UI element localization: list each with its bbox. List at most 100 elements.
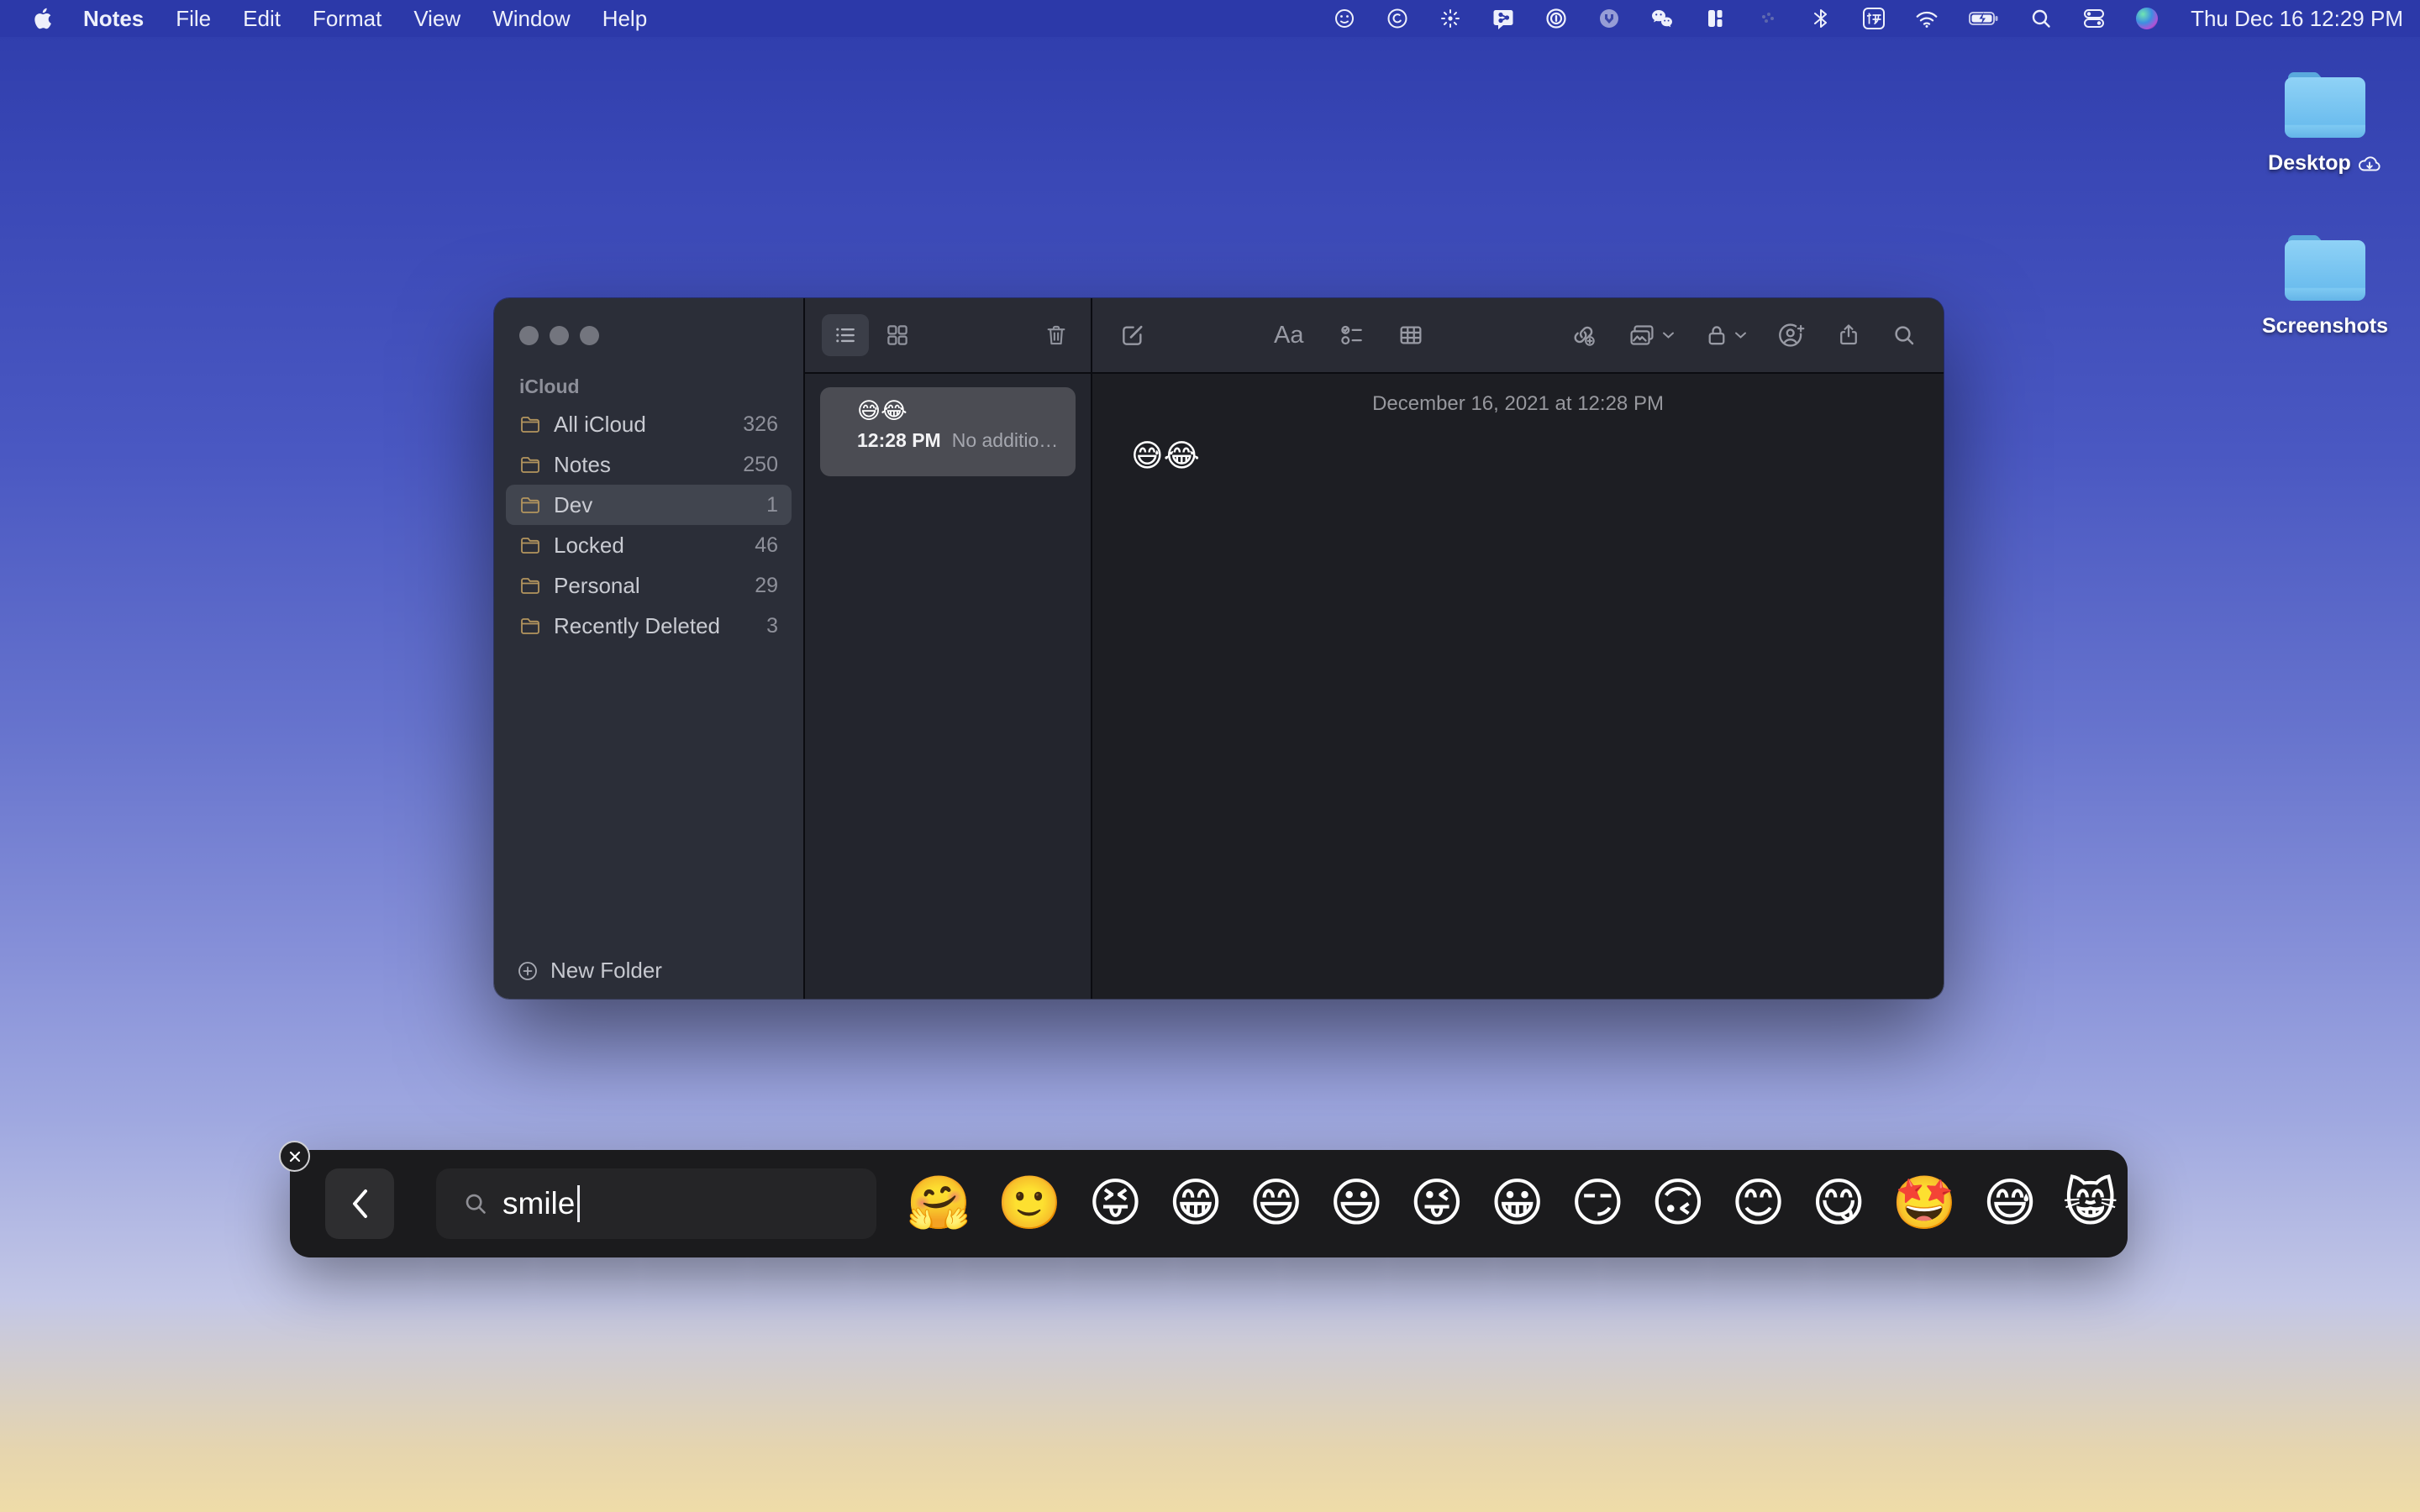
note-list-item[interactable]: 😅😂 12:28 PM No additio… (820, 387, 1076, 476)
desktop-icon-label: Desktop (2268, 151, 2351, 176)
siri-icon[interactable] (2134, 6, 2160, 31)
minimize-window-button[interactable] (550, 326, 569, 345)
notes-window: iCloud All iCloud 326 Notes 250 Dev 1 Lo… (494, 298, 1944, 999)
wifi-icon[interactable] (1914, 6, 1939, 31)
gallery-view-button[interactable] (874, 314, 921, 356)
note-item-title: 😅😂 (857, 398, 1064, 423)
traffic-lights (519, 326, 599, 345)
add-link-button[interactable] (1570, 322, 1597, 349)
pinyin-input-icon[interactable] (1861, 6, 1886, 31)
emoji-result[interactable]: 😜 (1410, 1178, 1465, 1230)
emoji-result[interactable]: 😝 (1088, 1178, 1143, 1230)
menu-item-app[interactable]: Notes (67, 0, 160, 37)
emoji-result[interactable]: 😊 (1731, 1178, 1786, 1230)
wechat-icon[interactable] (1649, 6, 1675, 31)
back-button[interactable] (325, 1168, 394, 1239)
folder-icon (2284, 69, 2366, 143)
emoji-result[interactable]: 😃 (1329, 1178, 1384, 1230)
battery-charging-icon[interactable] (1967, 6, 2001, 31)
faded-app-icon[interactable] (1755, 6, 1781, 31)
emoji-result[interactable]: 😀 (1490, 1178, 1544, 1230)
menu-bar: Notes File Edit Format View Window Help (0, 0, 2420, 37)
sidebar-folder-all-icloud[interactable]: All iCloud 326 (506, 404, 792, 444)
menu-item-format[interactable]: Format (297, 0, 397, 37)
add-people-button[interactable] (1777, 322, 1806, 349)
share-button[interactable] (1836, 322, 1861, 349)
emoji-result[interactable]: 😅 (1983, 1178, 2038, 1230)
text-caret (577, 1185, 580, 1222)
emoji-result[interactable]: 😏 (1570, 1178, 1625, 1230)
emoji-result[interactable]: 🙃 (1651, 1178, 1706, 1230)
checklist-button[interactable] (1339, 322, 1365, 349)
folder-icon (519, 534, 541, 556)
menu-item-edit[interactable]: Edit (227, 0, 297, 37)
desktop-folder-screenshots[interactable]: Screenshots (2262, 232, 2388, 339)
folder-icon (2284, 232, 2366, 306)
notes-sidebar: iCloud All iCloud 326 Notes 250 Dev 1 Lo… (494, 298, 803, 999)
sidebar-folder-dev[interactable]: Dev 1 (506, 485, 792, 525)
close-window-button[interactable] (519, 326, 539, 345)
folder-icon (519, 494, 541, 516)
note-date-line: December 16, 2021 at 12:28 PM (1092, 392, 1944, 416)
search-note-button[interactable] (1891, 322, 1917, 349)
note-item-time: 12:28 PM (857, 429, 941, 452)
sidebar-folder-recently-deleted[interactable]: Recently Deleted 3 (506, 606, 792, 646)
emoji-result[interactable]: 😸 (2063, 1178, 2118, 1230)
folder-count: 29 (755, 574, 778, 598)
zoom-window-button[interactable] (580, 326, 599, 345)
emoji-search-field[interactable]: smile (436, 1168, 876, 1239)
sidebar-folder-locked[interactable]: Locked 46 (506, 525, 792, 565)
list-view-button[interactable] (822, 314, 869, 356)
icloud-download-icon (2357, 155, 2382, 173)
creative-cloud-icon[interactable] (1385, 6, 1410, 31)
emoji-result[interactable]: 🤗 (907, 1178, 971, 1230)
spotlight-icon[interactable] (2028, 6, 2054, 31)
folder-count: 1 (766, 493, 778, 517)
note-body[interactable]: 😅😂 (1131, 438, 1944, 475)
desktop-folder-desktop[interactable]: Desktop (2262, 69, 2388, 176)
bluetooth-icon[interactable] (1808, 6, 1833, 31)
chevron-down-icon (1662, 331, 1675, 339)
close-icon[interactable] (279, 1141, 310, 1172)
folder-count: 46 (755, 533, 778, 558)
share-bubble-icon[interactable] (1491, 6, 1516, 31)
emoji-picker-bar: smile 🤗 🙂 😝 😁 😄 😃 😜 😀 😏 🙃 😊 😋 🤩 😅 😸 (290, 1150, 2128, 1257)
folder-icon (519, 413, 541, 435)
sidebar-folder-personal[interactable]: Personal 29 (506, 565, 792, 606)
folder-icon (519, 615, 541, 637)
emoji-result[interactable]: 😄 (1249, 1178, 1303, 1230)
search-input[interactable]: smile (502, 1186, 575, 1221)
onepassword-icon[interactable] (1544, 6, 1569, 31)
brightness-icon[interactable] (1438, 6, 1463, 31)
folder-count: 326 (743, 412, 778, 437)
control-center-icon[interactable] (2081, 6, 2107, 31)
delete-note-button[interactable] (1044, 323, 1069, 348)
window-tiles-icon[interactable] (1702, 6, 1728, 31)
menu-item-window[interactable]: Window (476, 0, 586, 37)
format-button[interactable]: Aa (1274, 322, 1303, 349)
folder-icon (519, 575, 541, 596)
table-button[interactable] (1397, 322, 1424, 349)
emoji-result[interactable]: 😋 (1812, 1178, 1866, 1230)
emoji-app-icon[interactable] (1332, 6, 1357, 31)
plus-circle-icon (516, 959, 539, 983)
note-list-pane: 😅😂 12:28 PM No additio… (803, 298, 1092, 999)
chevron-down-icon (1734, 331, 1747, 339)
emoji-result[interactable]: 😁 (1169, 1178, 1223, 1230)
new-folder-button[interactable]: New Folder (516, 958, 662, 984)
menubar-clock[interactable]: Thu Dec 16 12:29 PM (2191, 6, 2403, 32)
photos-icon (1628, 322, 1656, 349)
media-menu-button[interactable] (1628, 322, 1675, 349)
lock-menu-button[interactable] (1705, 322, 1747, 349)
apple-menu-icon[interactable] (20, 7, 67, 30)
u-shield-icon[interactable] (1597, 6, 1622, 31)
desktop-icon-label: Screenshots (2262, 314, 2388, 339)
menu-item-help[interactable]: Help (587, 0, 663, 37)
sidebar-section-label: iCloud (519, 375, 580, 398)
menu-item-view[interactable]: View (397, 0, 476, 37)
emoji-result[interactable]: 🙂 (997, 1178, 1062, 1230)
new-note-button[interactable] (1119, 322, 1146, 349)
emoji-result[interactable]: 🤩 (1892, 1178, 1957, 1230)
sidebar-folder-notes[interactable]: Notes 250 (506, 444, 792, 485)
menu-item-file[interactable]: File (160, 0, 227, 37)
